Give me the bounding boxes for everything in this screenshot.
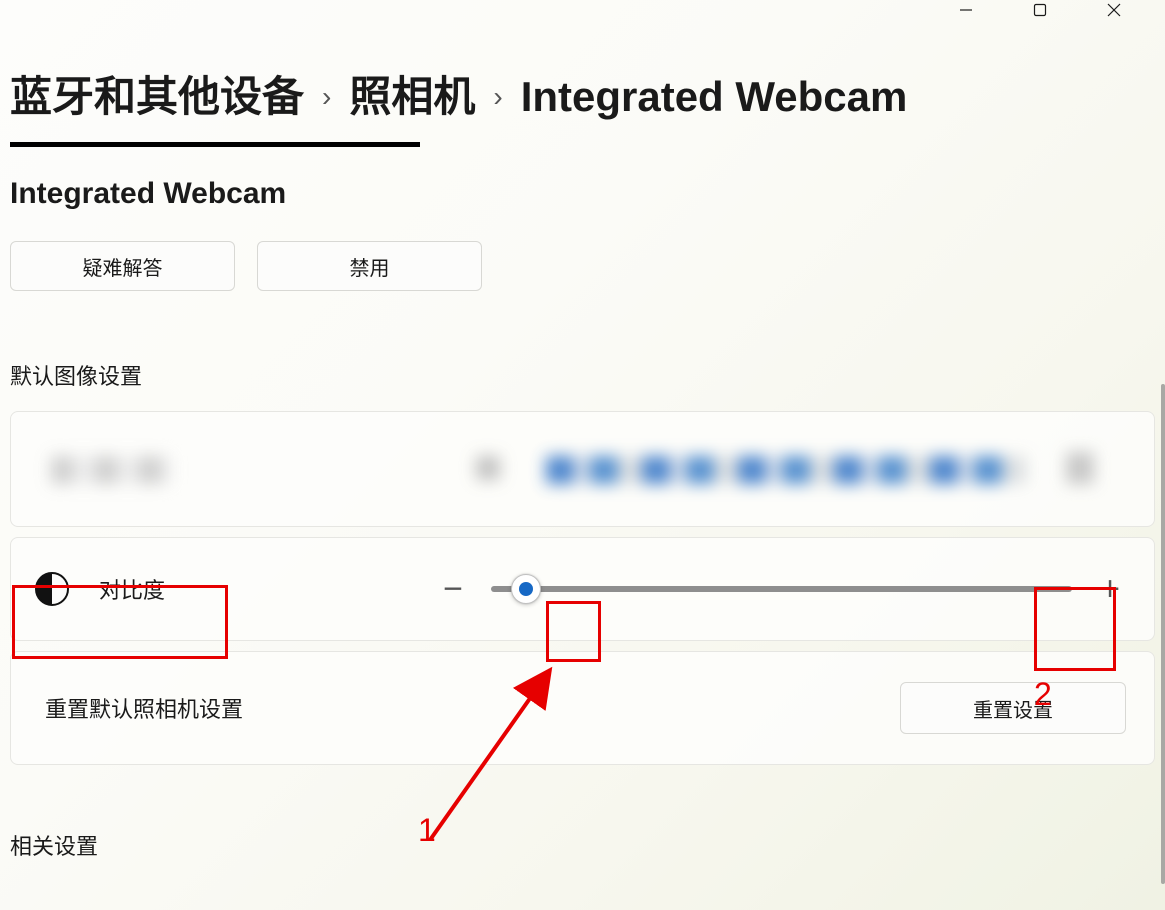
breadcrumb-item-current: Integrated Webcam [521,74,908,120]
contrast-slider-track[interactable] [491,586,1072,592]
related-settings-label: 相关设置 [10,829,1155,861]
setting-row-obscured [10,411,1155,527]
maximize-icon [1033,3,1047,17]
scrollbar[interactable] [1161,384,1165,884]
window-close-button[interactable] [1091,0,1137,20]
slider-thumb-dot [519,582,533,596]
page-title: Integrated Webcam [10,177,1155,211]
contrast-slider-thumb[interactable] [511,574,541,604]
minimize-icon [959,3,973,17]
default-image-settings-label: 默认图像设置 [10,359,1155,391]
contrast-decrease-button[interactable]: − [433,569,473,609]
breadcrumb-underline [10,142,420,147]
troubleshoot-button[interactable]: 疑难解答 [10,241,235,291]
breadcrumb-item-bluetooth-devices[interactable]: 蓝牙和其他设备 [10,74,304,120]
window-controls [943,0,1165,32]
reset-settings-label: 重置默认照相机设置 [45,692,243,724]
chevron-right-icon: › [320,82,333,113]
setting-row-contrast: 对比度 − + [10,537,1155,641]
contrast-slider-group: − + [433,569,1130,609]
contrast-icon [35,572,69,606]
action-button-row: 疑难解答 禁用 [10,241,1155,291]
contrast-increase-button[interactable]: + [1090,569,1130,609]
setting-row-reset: 重置默认照相机设置 重置设置 [10,651,1155,765]
reset-settings-button[interactable]: 重置设置 [900,682,1126,734]
breadcrumb-item-camera[interactable]: 照相机 [349,74,475,120]
contrast-label: 对比度 [99,573,165,605]
chevron-right-icon: › [491,82,504,113]
window-maximize-button[interactable] [1017,0,1063,20]
close-icon [1107,3,1121,17]
disable-button[interactable]: 禁用 [257,241,482,291]
breadcrumb: 蓝牙和其他设备 › 照相机 › Integrated Webcam [10,74,1155,120]
contrast-label-group: 对比度 [25,552,183,626]
page-content: 蓝牙和其他设备 › 照相机 › Integrated Webcam Integr… [0,0,1165,861]
window-minimize-button[interactable] [943,0,989,20]
